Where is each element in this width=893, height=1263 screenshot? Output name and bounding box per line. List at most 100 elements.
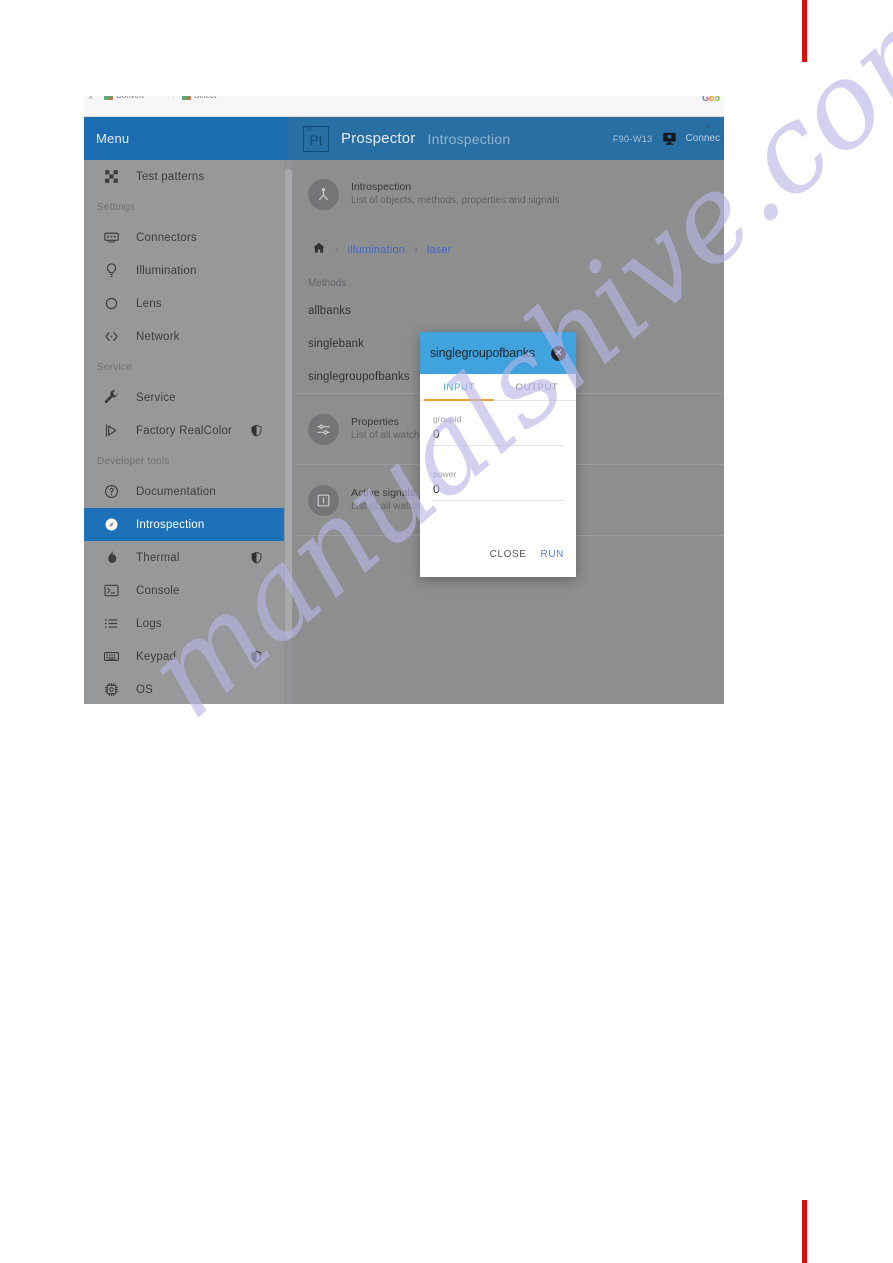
menu-label: Menu [96, 131, 130, 146]
page-title: Introspection [351, 181, 412, 193]
dialog-input-form: groupid 0 power 0 [420, 401, 576, 537]
power-input[interactable]: 0 [433, 480, 563, 501]
breadcrumb-link-illumination[interactable]: illumination [348, 244, 405, 256]
page-subtitle: List of objects, methods, properties and… [351, 195, 560, 206]
sidebar-group-settings: Settings [97, 201, 135, 213]
monitor-icon[interactable] [662, 131, 677, 146]
run-button[interactable]: RUN [541, 549, 564, 560]
wrench-icon [102, 389, 120, 407]
sidebar-item-documentation[interactable]: Documentation [84, 475, 287, 508]
dialog-tab-output[interactable]: OUTPUT [498, 374, 576, 400]
tab-separator: · [172, 96, 175, 102]
code-brackets-icon [102, 328, 120, 346]
shield-icon [251, 424, 262, 437]
tab-favicon-icon [104, 96, 113, 100]
sidebar-item-label: Connectors [136, 231, 197, 244]
tab-favicon-icon [182, 96, 191, 100]
home-icon[interactable] [312, 241, 326, 260]
close-icon[interactable]: ✕ [551, 345, 566, 361]
chip-icon [102, 681, 120, 699]
introspection-icon [308, 178, 339, 210]
content-page-header: Introspection List of objects, methods, … [296, 160, 724, 228]
breadcrumb: › illumination › laser [296, 228, 724, 272]
dialog-header: singlegroupofbanks ✕ [420, 332, 576, 374]
close-button[interactable]: CLOSE [490, 549, 527, 560]
browser-tab-convert-label: Convert [116, 96, 144, 100]
sidebar-item-test-patterns[interactable]: Test patterns [84, 160, 287, 193]
app-topbar: Menu 78 Pt Prospector Introspection F90-… [84, 117, 724, 160]
bulb-icon [102, 262, 120, 280]
projector-icon [102, 422, 120, 440]
groupid-input[interactable]: 0 [433, 425, 563, 446]
page-root: × Convert · Select ⌃ Goo [0, 0, 893, 1263]
app-title: Prospector [341, 130, 416, 147]
sidebar-item-label: Introspection [136, 518, 205, 531]
sidebar-item-connectors[interactable]: Connectors [84, 221, 287, 254]
page-margin-mark-top [802, 0, 807, 62]
sidebar-item-label: Console [136, 584, 180, 597]
field-label: groupid [433, 414, 462, 424]
terminal-icon [102, 582, 120, 600]
method-row[interactable]: allbanks [296, 294, 724, 327]
breadcrumb-separator: › [335, 244, 339, 256]
sidebar-group-service: Service [97, 361, 132, 373]
sidebar-scrollbar-thumb[interactable] [285, 169, 292, 639]
sidebar-item-keypad[interactable]: Keypad [84, 640, 287, 673]
list-icon [102, 615, 120, 633]
sidebar-item-label: Thermal [136, 551, 180, 564]
signals-icon [308, 484, 339, 516]
sidebar-item-introspection[interactable]: Introspection [84, 508, 287, 541]
sidebar-item-lens[interactable]: Lens [84, 287, 287, 320]
logo-symbol: Pt [309, 131, 323, 148]
dialog-tab-input[interactable]: INPUT [420, 374, 498, 401]
sidebar-item-label: Network [136, 330, 180, 343]
sidebar-item-os[interactable]: OS [84, 673, 287, 704]
breadcrumb-link-laser[interactable]: laser [427, 244, 452, 256]
browser-tab-select[interactable]: Select [182, 96, 216, 100]
minimize-icon[interactable]: ⌃ [688, 96, 696, 103]
lens-icon [102, 295, 120, 313]
field-label: power [433, 469, 457, 479]
form-field-power: power 0 [433, 468, 563, 501]
dialog-title: singlegroupofbanks [430, 346, 535, 360]
google-logo: Goo [702, 96, 720, 103]
breadcrumb-separator: › [414, 244, 418, 256]
sidebar-item-network[interactable]: Network [84, 320, 287, 353]
sidebar-item-label: Logs [136, 617, 162, 630]
dialog-footer: CLOSE RUN [420, 537, 576, 577]
compass-icon [102, 516, 120, 534]
window-close-icon[interactable]: × [88, 96, 93, 102]
sidebar-item-label: Factory RealColor [136, 424, 233, 437]
method-dialog: singlegroupofbanks ✕ INPUT OUTPUT groupid… [420, 332, 576, 577]
sidebar-item-label: Service [136, 391, 176, 404]
keyboard-icon [102, 648, 120, 666]
sidebar-item-illumination[interactable]: Illumination [84, 254, 287, 287]
test-pattern-icon [102, 168, 120, 186]
browser-window-controls: ⌃ Goo [688, 96, 720, 103]
sidebar-item-label: Documentation [136, 485, 216, 498]
sidebar-item-factory-realcolor[interactable]: Factory RealColor [84, 414, 287, 447]
properties-icon [308, 413, 339, 445]
shield-icon [251, 650, 262, 663]
connector-icon [102, 229, 120, 247]
sidebar-item-service[interactable]: Service [84, 381, 287, 414]
sidebar-item-console[interactable]: Console [84, 574, 287, 607]
sidebar-item-thermal[interactable]: Thermal [84, 541, 287, 574]
sidebar-item-label: Keypad [136, 650, 177, 663]
browser-chrome-strip: × Convert · Select ⌃ Goo [84, 96, 724, 117]
collapse-caret-icon[interactable]: ⌃ [703, 125, 712, 136]
page-margin-mark-bottom [802, 1200, 807, 1263]
sidebar-group-developer-tools: Developer tools [97, 455, 170, 467]
sidebar-item-logs[interactable]: Logs [84, 607, 287, 640]
form-field-groupid: groupid 0 [433, 413, 563, 446]
platinum-logo-icon: 78 Pt [303, 125, 329, 152]
sidebar-item-label: OS [136, 683, 154, 696]
current-page-title: Introspection [427, 130, 511, 147]
browser-tab-convert[interactable]: Convert [104, 96, 144, 100]
browser-tab-select-label: Select [194, 96, 216, 100]
flame-icon [102, 549, 120, 567]
prospector-app: Menu 78 Pt Prospector Introspection F90-… [84, 117, 724, 704]
menu-button[interactable]: Menu [84, 117, 287, 160]
question-mark-icon [102, 483, 120, 501]
sidebar-item-label: Illumination [136, 264, 197, 277]
